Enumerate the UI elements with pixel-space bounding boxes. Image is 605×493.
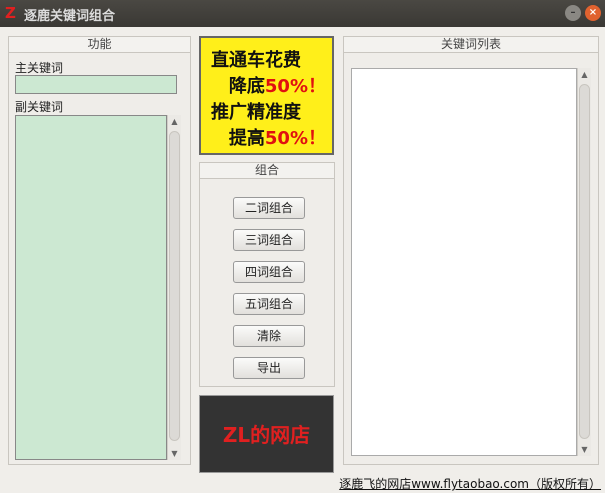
keyword-list-scrollbar[interactable]: ▲ ▼: [577, 68, 591, 456]
shop-banner[interactable]: ZL的网店: [199, 395, 334, 473]
two-word-combine-button[interactable]: 二词组合: [233, 197, 305, 219]
ad-banner[interactable]: 直通车花费 降底50%！ 推广精准度 提高50%！: [199, 36, 334, 155]
ad-line: 直通车花费: [211, 50, 301, 71]
window-title: 逐鹿关键词组合: [24, 9, 116, 24]
ad-highlight: 50%！: [264, 128, 326, 149]
ad-line: 降底: [228, 76, 265, 97]
main-keyword-input[interactable]: [15, 75, 177, 94]
scroll-down-icon[interactable]: ▼: [578, 445, 591, 454]
app-logo-icon: Z: [5, 4, 16, 22]
combine-panel: 组合 二词组合 三词组合 四词组合 五词组合 清除 导出: [199, 162, 335, 387]
scroll-down-icon[interactable]: ▼: [168, 449, 181, 458]
combine-panel-title: 组合: [200, 163, 334, 179]
sub-keyword-label: 副关键词: [15, 100, 64, 114]
three-word-combine-button[interactable]: 三词组合: [233, 229, 305, 251]
scroll-up-icon[interactable]: ▲: [168, 117, 181, 126]
ad-line: 推广精准度: [211, 102, 301, 123]
sub-keyword-textarea[interactable]: [15, 115, 167, 460]
four-word-combine-button[interactable]: 四词组合: [233, 261, 305, 283]
close-button[interactable]: ×: [585, 5, 601, 21]
keyword-list-title: 关键词列表: [344, 37, 598, 53]
ad-line: 提高: [228, 128, 265, 149]
footer-link[interactable]: 逐鹿飞的网店www.flytaobao.com（版权所有）: [339, 475, 601, 492]
function-panel-title: 功能: [9, 37, 190, 53]
ad-highlight: 50%！: [264, 76, 326, 97]
keyword-list[interactable]: [351, 68, 577, 456]
function-panel: 功能 主关键词 副关键词 ▲ ▼: [8, 36, 191, 465]
minimize-button[interactable]: –: [565, 5, 581, 21]
main-keyword-label: 主关键词: [15, 61, 64, 75]
clear-button[interactable]: 清除: [233, 325, 305, 347]
keyword-list-panel: 关键词列表 ▲ ▼: [343, 36, 599, 465]
five-word-combine-button[interactable]: 五词组合: [233, 293, 305, 315]
scroll-up-icon[interactable]: ▲: [578, 70, 591, 79]
export-button[interactable]: 导出: [233, 357, 305, 379]
sub-keyword-scrollbar[interactable]: ▲ ▼: [167, 115, 181, 460]
title-bar: Z 逐鹿关键词组合 – ×: [0, 0, 605, 27]
